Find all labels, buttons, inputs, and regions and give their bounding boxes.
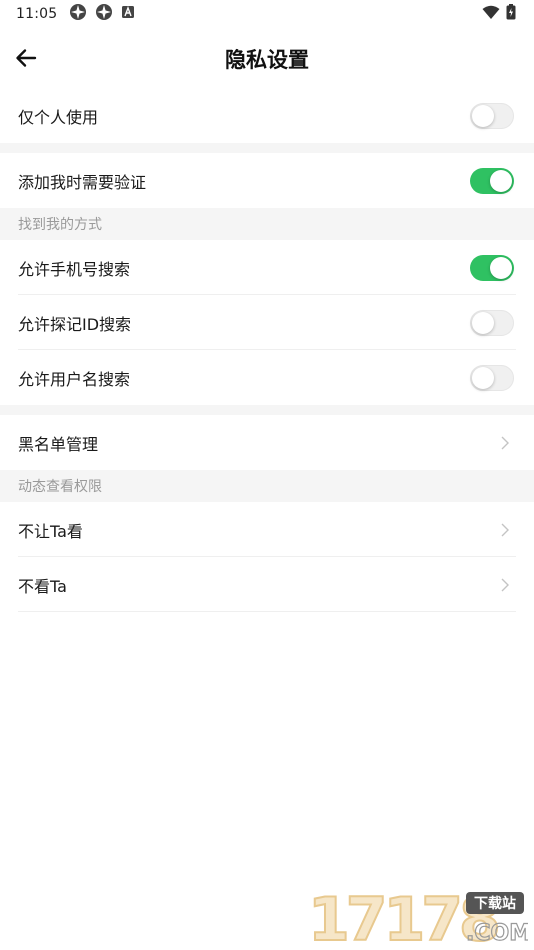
self-only-label: 仅个人使用 <box>18 107 99 127</box>
search-phone-toggle[interactable] <box>470 254 514 281</box>
battery-icon <box>506 4 516 24</box>
svg-text:.COM: .COM <box>466 921 528 946</box>
toggle-knob <box>490 256 512 279</box>
chevron-right-icon <box>498 578 512 592</box>
svg-text:下载站: 下载站 <box>474 895 516 912</box>
search-phone-label: 允许手机号搜索 <box>18 259 131 279</box>
search-id-toggle[interactable] <box>470 309 514 336</box>
search-id-label: 允许探记ID搜索 <box>18 314 132 334</box>
section-gap <box>0 405 534 415</box>
hide-from-label: 不让Ta看 <box>18 521 83 541</box>
search-username-label: 允许用户名搜索 <box>18 369 131 389</box>
blacklist-label: 黑名单管理 <box>18 434 99 454</box>
wifi-icon <box>482 5 500 24</box>
a-notification-icon <box>121 5 135 23</box>
row-self-only[interactable]: 仅个人使用 <box>0 88 534 143</box>
self-only-toggle[interactable] <box>470 102 514 129</box>
dont-see-label: 不看Ta <box>18 576 67 596</box>
status-right <box>482 4 516 24</box>
toggle-knob <box>472 366 494 389</box>
status-bar: 11:05 <box>0 0 534 28</box>
page-title: 隐私设置 <box>225 48 309 72</box>
row-search-phone[interactable]: 允许手机号搜索 <box>0 240 534 295</box>
row-search-id[interactable]: 允许探记ID搜索 <box>0 295 534 350</box>
app-notification-icon-2 <box>95 3 113 25</box>
toggle-knob <box>472 311 494 334</box>
nav-bar: 隐私设置 <box>0 30 534 86</box>
status-time: 11:05 <box>16 6 58 22</box>
row-dont-see[interactable]: 不看Ta <box>0 557 534 612</box>
verify-add-label: 添加我时需要验证 <box>18 172 147 192</box>
chevron-right-icon <box>498 523 512 537</box>
toggle-knob <box>472 104 494 127</box>
status-left: 11:05 <box>16 3 135 25</box>
site-watermark-logo: 17178 下载站 .COM <box>306 884 532 950</box>
verify-add-toggle[interactable] <box>470 167 514 194</box>
chevron-right-icon <box>498 436 512 450</box>
row-blacklist[interactable]: 黑名单管理 <box>0 415 534 470</box>
find-me-section-header: 找到我的方式 <box>0 208 534 240</box>
row-verify-add[interactable]: 添加我时需要验证 <box>0 153 534 208</box>
settings-list: 仅个人使用 添加我时需要验证 找到我的方式 允许手机号搜索 允许探记ID搜索 允… <box>0 88 534 612</box>
search-username-toggle[interactable] <box>470 364 514 391</box>
section-gap <box>0 143 534 153</box>
app-notification-icon <box>69 3 87 25</box>
row-hide-from[interactable]: 不让Ta看 <box>0 502 534 557</box>
row-search-username[interactable]: 允许用户名搜索 <box>0 350 534 405</box>
toggle-knob <box>490 169 512 192</box>
moments-section-header: 动态查看权限 <box>0 470 534 502</box>
